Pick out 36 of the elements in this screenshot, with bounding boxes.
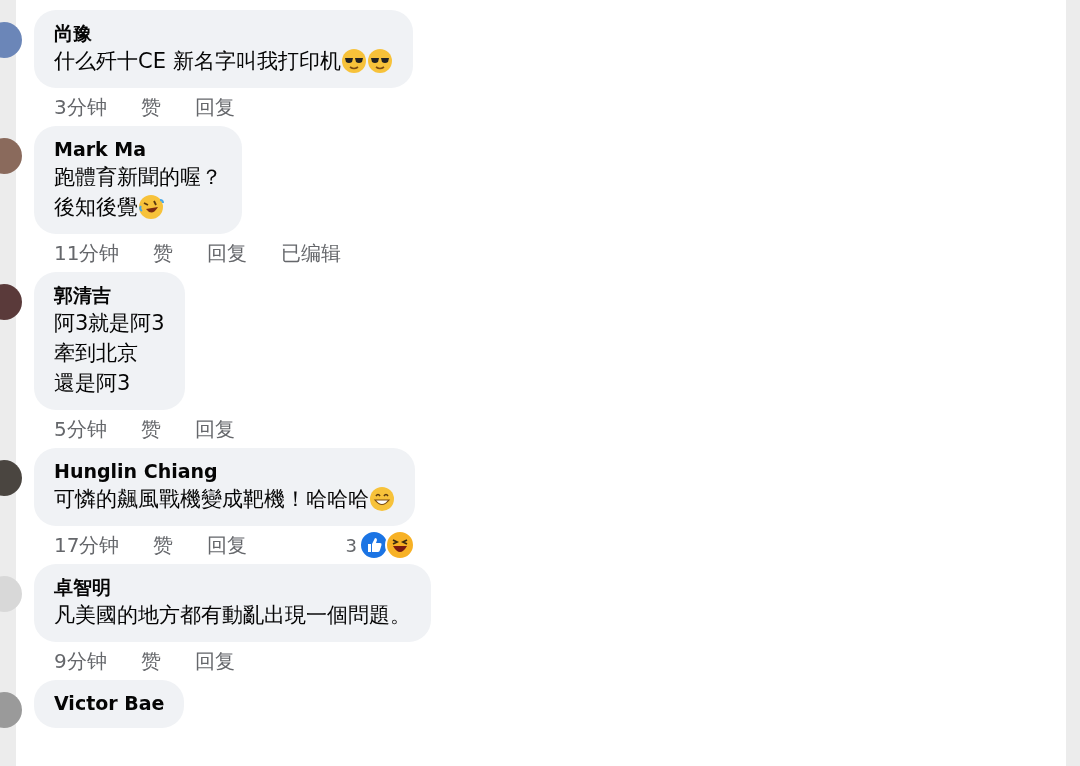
comment-text: 牽到北京 — [54, 340, 138, 367]
comment-time: 17分钟 — [54, 532, 120, 559]
comment-action-link[interactable]: 回复 — [207, 530, 248, 560]
comment-action-link[interactable]: 回复 — [194, 646, 235, 676]
comment-action-link[interactable]: 回复 — [194, 414, 235, 444]
comment-time: 3分钟 — [54, 94, 107, 121]
comment-action-link[interactable]: 回复 — [194, 92, 235, 122]
laughing-reaction-icon — [385, 530, 415, 560]
laughing-tears-emoji-icon — [138, 194, 164, 220]
comment-action-link[interactable]: 回复 — [207, 238, 248, 268]
comment-action-link[interactable]: 赞 — [153, 238, 174, 268]
edited-label: 已编辑 — [281, 240, 342, 267]
commenter-name[interactable]: 尚豫 — [54, 20, 393, 46]
commenter-name[interactable]: Hunglin Chiang — [54, 458, 395, 484]
commenter-name[interactable]: Victor Bae — [54, 690, 165, 716]
reaction-count: 3 — [345, 533, 357, 558]
comment-text: 跑體育新聞的喔？ — [54, 164, 222, 191]
sunglasses-emoji-icon — [340, 48, 367, 74]
comment-text: 阿3就是阿3 — [54, 310, 165, 337]
commenter-name[interactable]: 郭清吉 — [54, 282, 165, 308]
comment-text: 什么歼十CE 新名字叫我打印机 — [54, 48, 341, 75]
comment-action-link[interactable]: 赞 — [140, 414, 161, 444]
commenter-name[interactable]: Mark Ma — [54, 136, 222, 162]
comment-time: 11分钟 — [54, 240, 120, 267]
comment-action-link[interactable]: 赞 — [140, 92, 161, 122]
commenter-name[interactable]: 卓智明 — [54, 574, 411, 600]
smiling-emoji-icon — [369, 486, 395, 512]
comment-action-link[interactable]: 赞 — [140, 646, 161, 676]
comment-time: 5分钟 — [54, 416, 107, 443]
comment-text: 可憐的飆風戰機變成靶機！哈哈哈 — [54, 486, 369, 513]
comment-time: 9分钟 — [54, 648, 107, 675]
sunglasses-emoji-icon — [366, 48, 393, 74]
comment-text: 凡美國的地方都有動亂出現一個問題。 — [54, 602, 411, 629]
comment-text: 後知後覺 — [54, 194, 138, 221]
comment-text: 還是阿3 — [54, 370, 131, 397]
comment-action-link[interactable]: 赞 — [153, 530, 174, 560]
